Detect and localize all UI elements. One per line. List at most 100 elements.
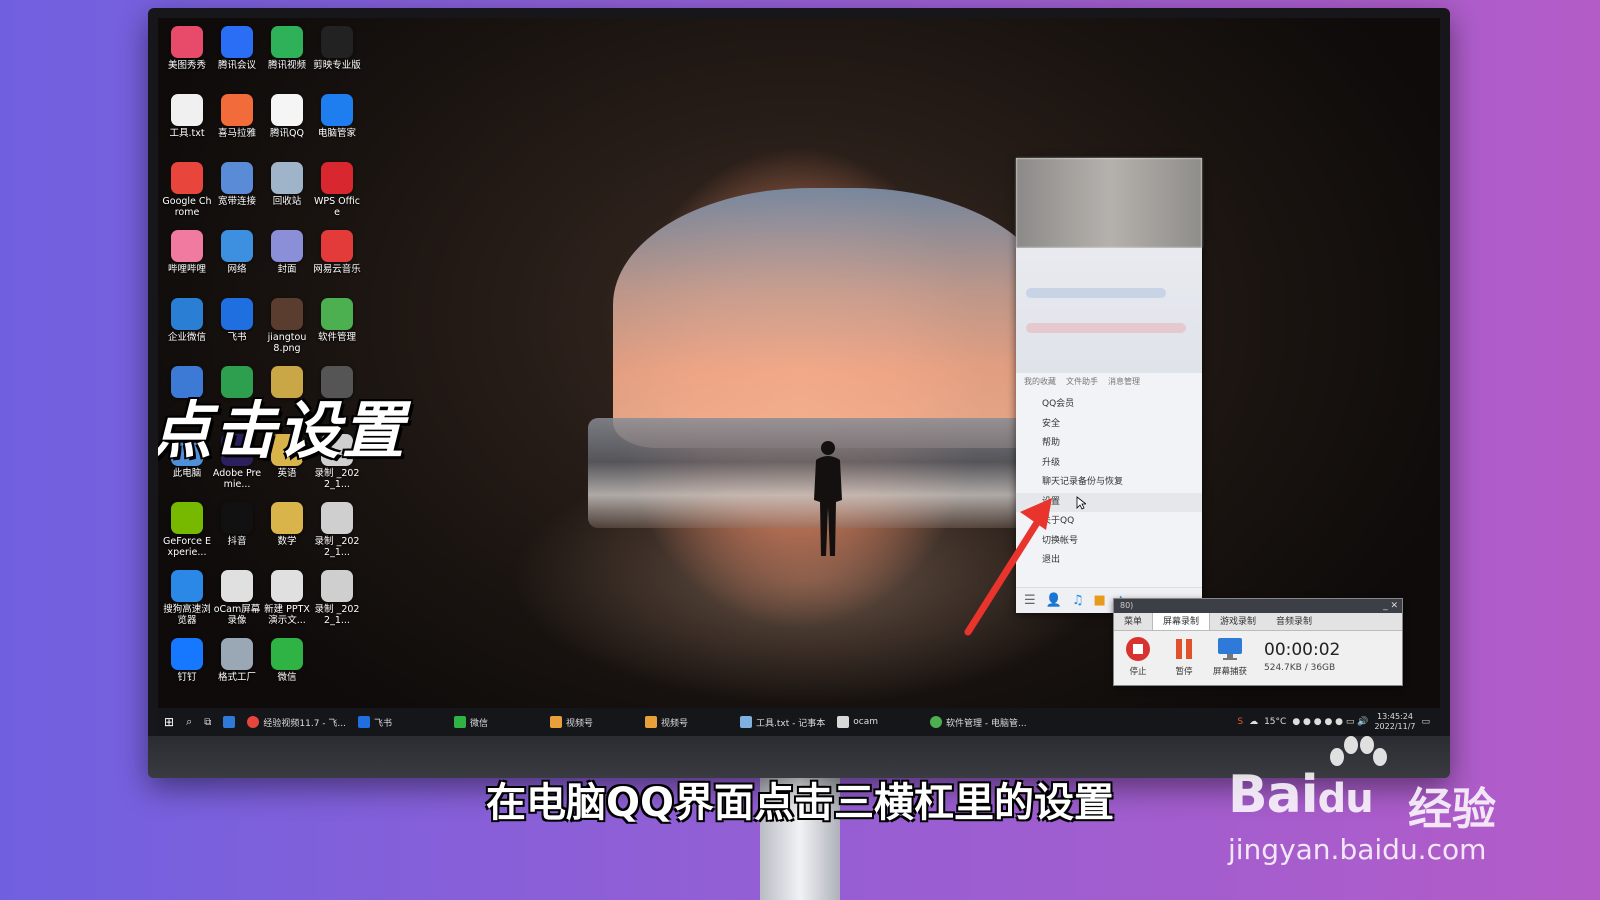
desktop-icon[interactable]: 喜马拉雅	[212, 94, 262, 156]
monitor: 美图秀秀 腾讯会议 腾讯视频 剪映专业版工具.txt 喜马拉雅 腾讯QQ 电脑管家 Googl…	[148, 8, 1450, 778]
desktop-icon[interactable]: 腾讯会议	[212, 26, 262, 88]
hamburger-menu-icon[interactable]: ☰	[1024, 593, 1036, 608]
taskbar-item-software-manager[interactable]: 软件管理 - 电脑管...	[924, 708, 1033, 736]
desktop-icon-label: 录制 _2022_1...	[314, 536, 360, 558]
qq-quick-tabs: 我的收藏 文件助手 消息管理	[1016, 373, 1202, 389]
ocam-tabs: 菜单 屏幕录制 游戏录制 音频录制	[1114, 613, 1402, 631]
taskbar-item-ocam[interactable]: ocam	[831, 708, 884, 736]
taskbar-pinned-app[interactable]	[217, 708, 241, 736]
taskbar-item-channels-2[interactable]: 视频号	[639, 708, 694, 736]
desktop-icon[interactable]: 工具.txt	[162, 94, 212, 156]
stop-button[interactable]: 停止	[1120, 635, 1156, 677]
ocam-icon	[221, 570, 253, 602]
ocam-tab-menu[interactable]: 菜单	[1114, 613, 1152, 630]
menu-item-help[interactable]: 帮助	[1016, 434, 1202, 454]
desktop-icon[interactable]: 美图秀秀	[162, 26, 212, 88]
taskbar-item-channels-1[interactable]: 视频号	[544, 708, 599, 736]
desktop-icon[interactable]: jiangtou 8.png	[262, 298, 312, 360]
desktop-icon[interactable]: 格式工厂	[212, 638, 262, 700]
desktop-icon[interactable]: 新建 PPTX 演示文...	[262, 570, 312, 632]
pptx-file-icon	[271, 570, 303, 602]
desktop-icon[interactable]: Google Chrome	[162, 162, 212, 224]
ocam-tab-game-record[interactable]: 游戏录制	[1210, 613, 1266, 630]
desktop-icon[interactable]: oCam屏幕录像	[212, 570, 262, 632]
desktop-icon[interactable]: 飞书	[212, 298, 262, 360]
desktop-icon[interactable]: GeForce Experie...	[162, 502, 212, 564]
wechat-icon	[453, 716, 466, 728]
desktop-icon[interactable]: 网络	[212, 230, 262, 292]
desktop-icon[interactable]: 剪映专业版	[312, 26, 362, 88]
taskbar-label: 工具.txt - 记事本	[756, 718, 826, 729]
pause-label: 暂停	[1175, 667, 1193, 677]
gift-icon[interactable]: ■	[1094, 593, 1106, 608]
sogou-browser-icon	[171, 570, 203, 602]
desktop-icon-label: 喜马拉雅	[217, 128, 256, 139]
desktop-icon-label: Google Chrome	[162, 196, 212, 218]
qq-tab-message-manager[interactable]: 消息管理	[1108, 376, 1140, 387]
desktop-icon[interactable]: 封面	[262, 230, 312, 292]
desktop-icon[interactable]: 网易云音乐	[312, 230, 362, 292]
taskbar-item-notepad[interactable]: 工具.txt - 记事本	[734, 708, 831, 736]
taskbar-label: 视频号	[661, 718, 689, 729]
desktop-icon[interactable]: 录制 _2022_1...	[312, 502, 362, 564]
start-button[interactable]: ⊞	[158, 708, 180, 736]
feishu-icon	[221, 298, 253, 330]
desktop-icon[interactable]: 腾讯视频	[262, 26, 312, 88]
desktop-icon-label: WPS Office	[313, 196, 361, 218]
desktop-icon[interactable]: 软件管理	[312, 298, 362, 360]
taskbar-item-wechat[interactable]: 微信	[448, 708, 494, 736]
menu-item-settings[interactable]: 设置	[1016, 492, 1202, 512]
menu-item-exit[interactable]: 退出	[1016, 551, 1202, 571]
netease-music-icon	[321, 230, 353, 262]
search-icon[interactable]: ⌕	[180, 708, 198, 736]
clock[interactable]: 13:45:24 2022/11/7	[1374, 712, 1415, 732]
desktop-icon[interactable]: 腾讯QQ	[262, 94, 312, 156]
qq-tab-file-assistant[interactable]: 文件助手	[1066, 376, 1098, 387]
ocam-window-controls[interactable]: _ ✕	[1383, 599, 1398, 613]
monitor-capture-icon	[1218, 638, 1242, 660]
ocam-tab-screen-record[interactable]: 屏幕录制	[1152, 613, 1211, 630]
desktop-icon[interactable]: 回收站	[262, 162, 312, 224]
jingyan-logo-text: 经验	[1408, 784, 1496, 835]
desktop-icon-label: 数学	[277, 536, 297, 547]
cover-file-icon	[271, 230, 303, 262]
ocam-tab-audio-record[interactable]: 音频录制	[1266, 613, 1322, 630]
desktop-icon-label: 网络	[227, 264, 247, 275]
qq-tab-favorites[interactable]: 我的收藏	[1024, 376, 1056, 387]
desktop-icon[interactable]: 企业微信	[162, 298, 212, 360]
menu-item-security[interactable]: 安全	[1016, 415, 1202, 435]
contacts-icon[interactable]: 👤	[1046, 593, 1062, 608]
desktop-icon[interactable]: 宽带连接	[212, 162, 262, 224]
desktop-icon-label: 剪映专业版	[313, 60, 361, 71]
notification-icon[interactable]: ▭	[1421, 717, 1430, 727]
menu-item-switch-account[interactable]: 切换帐号	[1016, 532, 1202, 552]
desktop-icon[interactable]: 抖音	[212, 502, 262, 564]
desktop-icon[interactable]: 数学	[262, 502, 312, 564]
weather-temp[interactable]: 15°C	[1264, 717, 1286, 727]
desktop-icon[interactable]: 录制 _2022_1...	[312, 570, 362, 632]
wallpaper-person	[814, 441, 842, 556]
desktop-icon[interactable]: 钉钉	[162, 638, 212, 700]
chrome-icon	[247, 716, 260, 728]
douyin-icon	[221, 502, 253, 534]
software-manager-icon	[930, 716, 942, 728]
menu-item-qq-vip[interactable]: QQ会员	[1016, 395, 1202, 415]
ocam-icon	[837, 716, 850, 728]
tray-icons[interactable]: ● ● ● ● ● ▭ 🔊	[1292, 717, 1368, 727]
taskbar-item-feishu[interactable]: 飞书	[352, 708, 398, 736]
task-view-icon[interactable]: ⧉	[198, 708, 217, 736]
menu-item-about-qq[interactable]: 关于QQ	[1016, 512, 1202, 532]
menu-item-upgrade[interactable]: 升级	[1016, 454, 1202, 474]
wechat-icon	[271, 638, 303, 670]
menu-item-chat-backup[interactable]: 聊天记录备份与恢复	[1016, 473, 1202, 493]
desktop-icon[interactable]: 电脑管家	[312, 94, 362, 156]
desktop-icon[interactable]: WPS Office	[312, 162, 362, 224]
taskbar-item-chrome[interactable]: 经验视频11.7 - 飞...	[241, 708, 352, 736]
screen-capture-button[interactable]: 屏幕捕获	[1212, 635, 1248, 677]
pause-button[interactable]: 暂停	[1166, 635, 1202, 677]
music-icon[interactable]: ♫	[1072, 593, 1084, 608]
desktop-icon[interactable]: 搜狗高速浏览器	[162, 570, 212, 632]
sogou-ime-icon[interactable]: S	[1237, 717, 1243, 727]
desktop-icon[interactable]: 微信	[262, 638, 312, 700]
desktop-icon[interactable]: 哔哩哔哩	[162, 230, 212, 292]
